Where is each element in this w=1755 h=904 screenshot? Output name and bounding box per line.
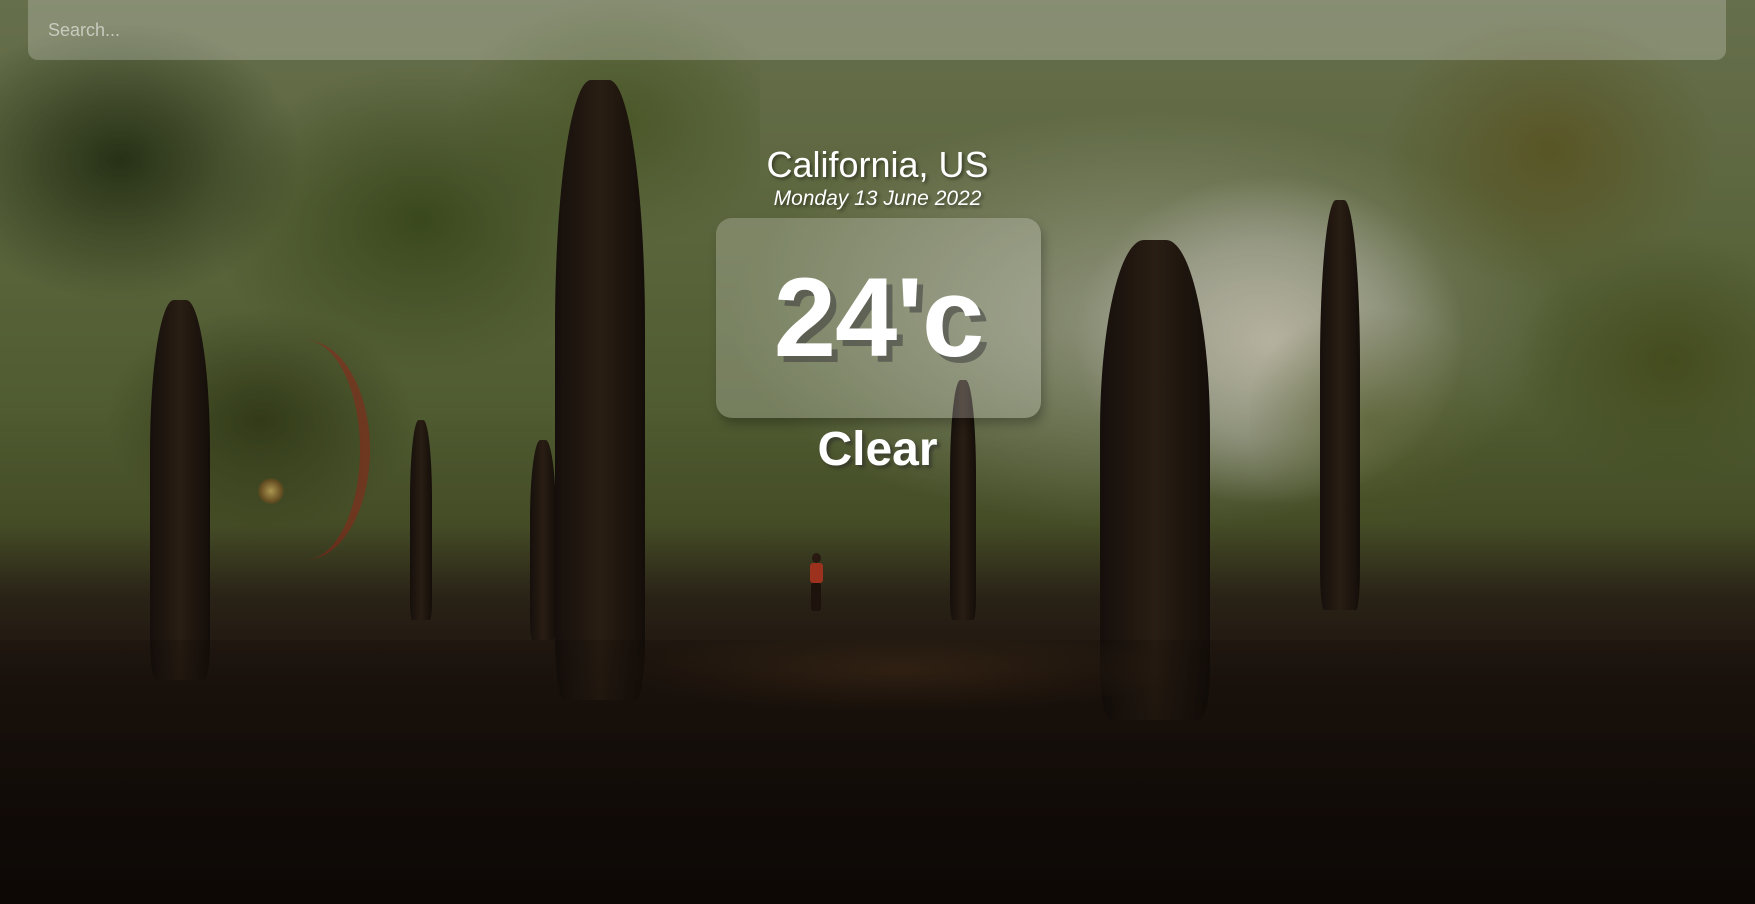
search-bar — [28, 0, 1726, 60]
search-input[interactable] — [28, 0, 1726, 60]
temperature-panel: 24'c — [716, 218, 1041, 418]
temperature-value: 24'c — [773, 255, 984, 380]
weather-condition: Clear — [817, 423, 938, 476]
date-label: Monday 13 June 2022 — [773, 187, 982, 210]
location-label: California, US — [766, 144, 989, 185]
